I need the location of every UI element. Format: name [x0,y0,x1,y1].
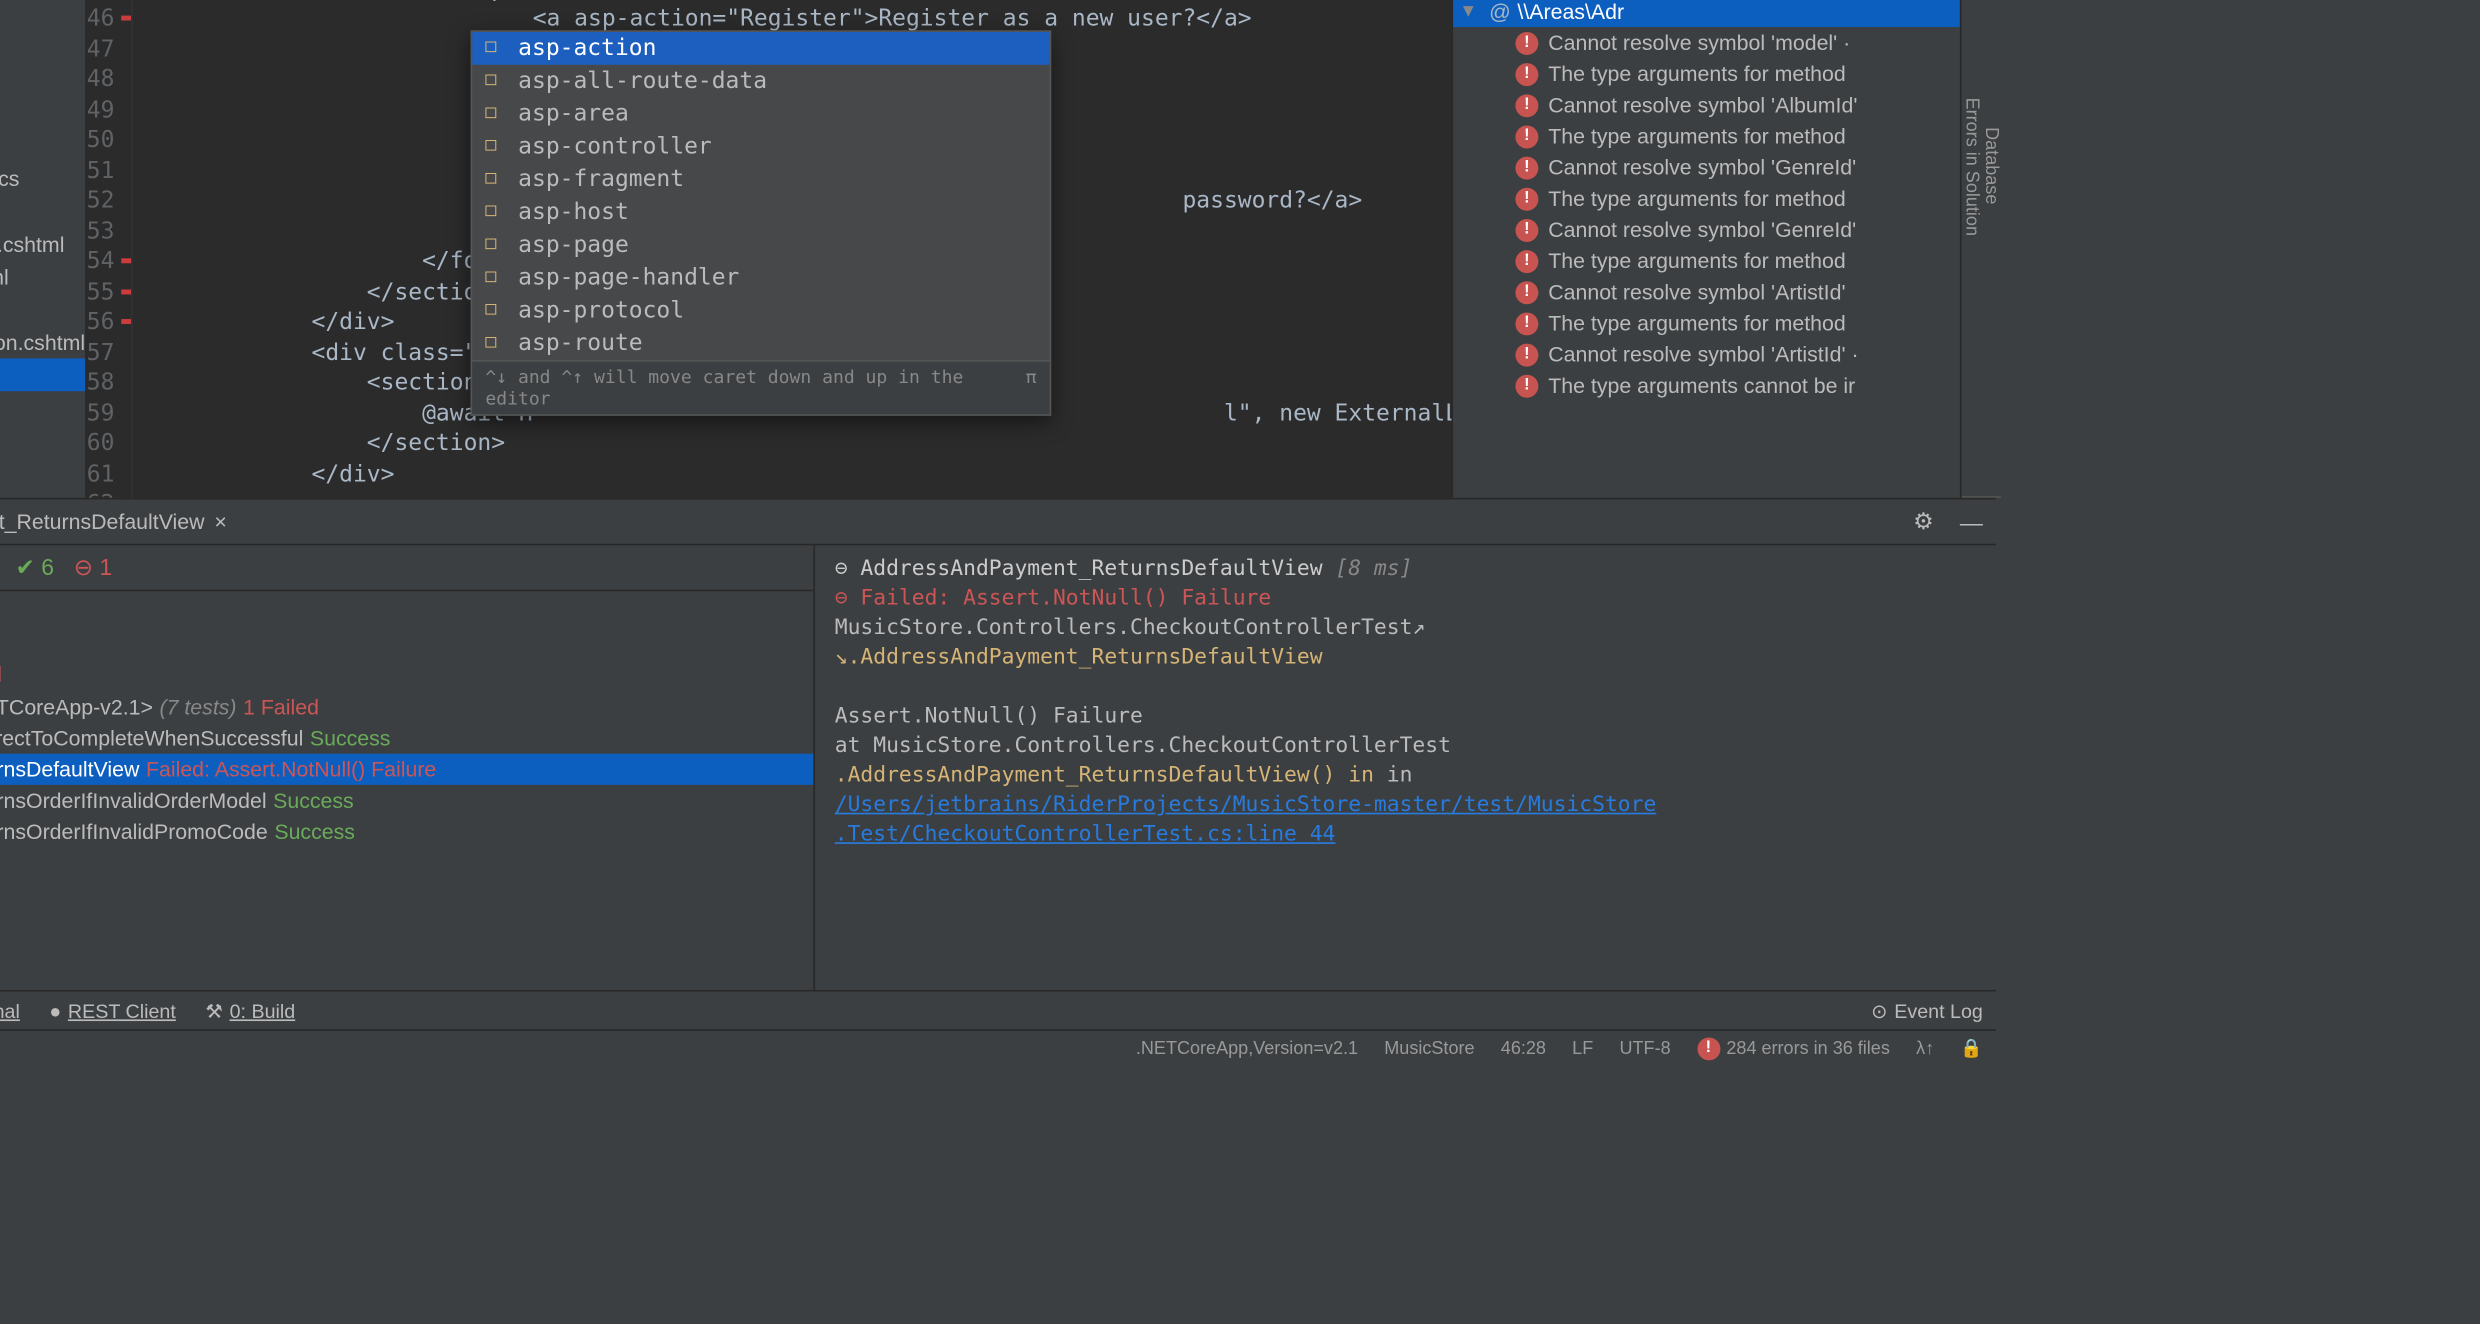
errors-panel: Errors In Solution ⚙ — ⚗ ⏸ ⚠ ⊘ ◉ ▼ ⊞ ▸@\… [1451,0,1959,498]
code-editor[interactable]: 4243444546474849505152535455565758596061… [87,0,1452,498]
solution-tree: ▸ForTesting▸Models▸Pages▸Scripts▸ViewMod… [0,0,85,498]
tree-item[interactable]: ▸ViewModels [0,63,85,96]
error-item[interactable]: !The type arguments for method [1453,121,1960,152]
status-framework[interactable]: .NETCoreApp,Version=v2.1 [1136,1038,1358,1058]
status-bar: .NETCoreApp,Version=v2.1 MusicStore 46:2… [0,1029,1996,1065]
tree-item[interactable]: @ForgotPassword.cshtml [0,293,85,326]
test-row[interactable]: ▾⊖ CheckoutControllerTest <.NETCoreApp-v… [0,690,813,723]
unit-tests-toolbar: ▶ ⏩ ↻ ⚑ ■ ⚙ ◷ ⧉ 🔒 ⊙ 7 ✔ 6 ⊖ 1 [0,545,813,591]
tree-item[interactable]: ▾Account [0,129,85,162]
line-gutter: 4243444546474849505152535455565758596061… [87,0,133,498]
autocomplete-item[interactable]: asp-area [472,98,1049,131]
tree-item[interactable]: @ExternalLoginFailure.cshtml [0,260,85,293]
autocomplete-item[interactable]: asp-page [472,229,1049,262]
error-item[interactable]: !Cannot resolve symbol 'model' · [1453,27,1960,58]
error-item[interactable]: !Cannot resolve symbol 'ArtistId' · [1453,339,1960,370]
tree-item[interactable]: @ConfirmEmail.cshtml [0,194,85,227]
test-row[interactable]: ▾⊖ test (7 tests) 1 Failed [0,624,813,657]
explorer-panel: ▣ Solution ▾ ⊕ ÷ ⚙ — ◎ ⇵ ▣ ▢ ▸ForTesting… [0,0,87,498]
test-row[interactable]: ✔ AddressAndPayment_RedirectToCompleteWh… [0,723,813,754]
status-line-sep[interactable]: LF [1572,1038,1593,1058]
errors-list: ▸@\\Areas\Adr▸@\\Areas\Adr▾@\\Areas\Adr!… [1453,0,1960,498]
lock-icon[interactable]: 🔒 [1960,1037,1982,1058]
editor-area: C#Login.cshtmlC#CheckoutControllerTest.c… [87,0,1452,498]
error-item[interactable]: !Cannot resolve symbol 'AlbumId' [1453,89,1960,120]
hide-icon[interactable]: — [1960,508,1983,534]
status-project[interactable]: MusicStore [1384,1038,1474,1058]
autocomplete-item[interactable]: asp-page-handler [472,262,1049,295]
tool-tab[interactable]: ● REST Client [49,999,175,1022]
test-row[interactable]: ✔ AddressAndPayment_ReturnsOrderIfInvali… [0,785,813,816]
tree-item[interactable]: @ForgotPasswordConfirmation.cshtml [0,326,85,359]
tool-tab[interactable]: ⚒ 0: Build [205,999,295,1022]
pass-count: ✔ 6 [16,554,54,582]
error-item[interactable]: !The type arguments for method [1453,245,1960,276]
event-log-button[interactable]: ⊙ Event Log [1871,999,1983,1022]
tool-tab[interactable]: ▣ Terminal [0,999,20,1022]
autocomplete-item[interactable]: asp-protocol [472,294,1049,327]
unit-tests-panel: Unit Tests: Explorer ⊖ AddressAndPayment… [0,498,1996,990]
tree-item[interactable]: @_ExternalLoginsListPartial.cs [0,162,85,195]
unit-tests-tree-panel: ▶ ⏩ ↻ ⚑ ■ ⚙ ◷ ⧉ 🔒 ⊙ 7 ✔ 6 ⊖ 1 ▾⊖ MusicSt… [0,545,815,989]
autocomplete-item[interactable]: asp-host [472,196,1049,229]
tab-session[interactable]: ⊖ AddressAndPayment_ReturnsDefaultView × [0,505,243,538]
error-item[interactable]: !The type arguments for method [1453,183,1960,214]
status-encoding[interactable]: UTF-8 [1619,1038,1670,1058]
unit-tests-tabs: Unit Tests: Explorer ⊖ AddressAndPayment… [0,499,1996,545]
tool-strip-item[interactable]: Database [1981,0,2001,498]
tool-strip-item[interactable]: Errors in Solution [1962,0,1982,498]
autocomplete-item[interactable]: asp-route [472,327,1049,360]
gear-icon[interactable]: ⚙ [1913,508,1934,536]
autocomplete-item[interactable]: asp-controller [472,130,1049,163]
tree-item[interactable]: ▾Views [0,96,85,129]
error-item[interactable]: !The type arguments for method [1453,308,1960,339]
tree-item[interactable]: ▸Scripts [0,30,85,63]
tree-item[interactable]: @ExternalLoginConfirmation.cshtml [0,227,85,260]
tree-item[interactable]: @Login.cshtml [0,358,85,391]
tool-window-bar: 🔍 3: Find☰ 6: TODO✔ Unit Tests▣ Terminal… [0,990,1996,1029]
unit-tests-tree: ▾⊖ MusicStore (7 tests) 1 Failed (Finish… [0,591,813,990]
error-item[interactable]: !The type arguments cannot be ir [1453,370,1960,401]
status-caret-pos[interactable]: 46:28 [1501,1038,1546,1058]
autocomplete-popup[interactable]: asp-actionasp-all-route-dataasp-areaasp-… [471,30,1052,415]
right-tool-strip: Errors in SolutionDatabase [1960,0,1996,498]
error-item[interactable]: !Cannot resolve symbol 'GenreId' [1453,152,1960,183]
tree-item[interactable]: @Register.cshtml [0,391,85,424]
error-item[interactable]: !Cannot resolve symbol 'ArtistId' [1453,276,1960,307]
test-row[interactable]: ▾⊖ MusicStore.Test (7 tests) 1 Failed [0,657,813,690]
error-item[interactable]: !Cannot resolve symbol 'GenreId' [1453,214,1960,245]
autocomplete-item[interactable]: asp-all-route-data [472,65,1049,98]
close-icon[interactable]: × [214,509,226,534]
status-errors[interactable]: !284 errors in 36 files [1697,1037,1890,1060]
tree-item[interactable]: ▸Pages [0,0,85,30]
autocomplete-item[interactable]: asp-action [472,32,1049,65]
test-row[interactable]: ✔ AddressAndPayment_ReturnsOrderIfInvali… [0,816,813,847]
error-item[interactable]: !The type arguments for method [1453,58,1960,89]
autocomplete-item[interactable]: asp-fragment [472,163,1049,196]
unit-tests-output[interactable]: ⊖ AddressAndPayment_ReturnsDefaultView [… [815,545,1996,989]
test-row[interactable]: ⊖ AddressAndPayment_ReturnsDefaultView F… [0,754,813,785]
test-row[interactable]: ▾⊖ MusicStore (7 tests) 1 Failed (Finish… [0,591,813,624]
fail-count: ⊖ 1 [74,554,112,582]
error-group[interactable]: ▾@\\Areas\Adr [1453,0,1960,27]
inspector-icon[interactable]: λ↑ [1916,1038,1934,1058]
